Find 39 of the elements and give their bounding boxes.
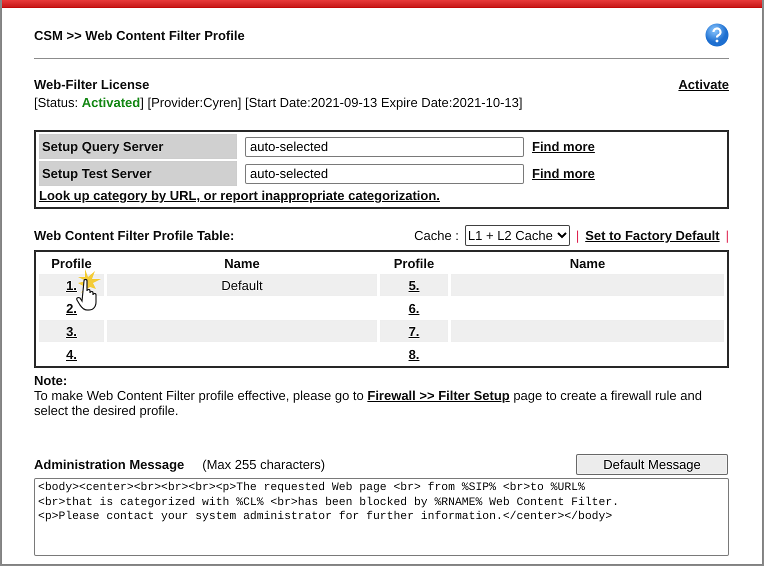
profile-link[interactable]: 3. — [66, 324, 77, 338]
profile-link[interactable]: 1. — [66, 278, 77, 292]
find-more-link[interactable]: Find more — [532, 166, 595, 181]
profile-link[interactable]: 4. — [66, 346, 77, 362]
note-title: Note: — [34, 373, 68, 388]
profile-link[interactable]: 2. — [66, 300, 77, 316]
factory-default-link[interactable]: Set to Factory Default — [585, 228, 720, 243]
cache-label: Cache : — [414, 228, 459, 243]
server-field[interactable]: auto-selected — [245, 136, 524, 156]
message-field[interactable]: <body><center><br><br><br><p>The requested Web page <br> from %SIP% <br>to %URL% <br>that is categorized with %CL% <br>has been blocked by %RNAME% Web Content Filter. <p>Please contact your system administrator for further information.</center></body> — [34, 478, 729, 556]
separator: | — [576, 228, 580, 243]
help-icon[interactable] — [705, 23, 729, 47]
column-header: Name — [223, 254, 261, 272]
profile-link[interactable]: 8. — [408, 346, 420, 362]
profile-link[interactable]: 6. — [408, 300, 420, 316]
separator: | — [726, 228, 729, 243]
admin-message-title: Administration Message — [34, 457, 184, 472]
table-title: Web Content Filter Profile Table: — [34, 228, 234, 243]
server-label: Setup Query Server — [39, 134, 237, 159]
profile-link[interactable]: 7. — [408, 324, 420, 338]
column-header: Profile — [50, 254, 93, 272]
filter-setup-link[interactable]: Firewall >> Filter Setup — [367, 388, 510, 403]
default-message-button[interactable]: Default Message — [576, 454, 728, 475]
server-label: Setup Test Server — [39, 161, 237, 186]
license-status: [Status: Activated] [Provider:Cyren] [Start Date:2021-09-13 Expire Date:2021-10-13] — [34, 95, 524, 110]
profile-link[interactable]: 5. — [408, 278, 420, 292]
activate-link[interactable]: Activate — [678, 77, 729, 92]
caret-icon — [556, 232, 567, 239]
license-title: Web-Filter License — [34, 77, 150, 92]
column-header: Name — [568, 254, 606, 272]
server-field[interactable]: auto-selected — [245, 164, 524, 184]
page-title: CSM >> Web Content Filter Profile — [34, 28, 245, 42]
column-header: Profile — [392, 254, 436, 272]
profile-name: Default — [221, 278, 263, 292]
note-text: To make Web Content Filter profile effective, please go to Firewall >> Filter Setup page to create a firewall rule and select the desired profile. — [34, 388, 703, 418]
lookup-link[interactable]: Look up category by URL, or report inappropriate categorization. — [39, 188, 440, 203]
find-more-link[interactable]: Find more — [532, 139, 595, 154]
cache-dropdown[interactable]: L1 + L2 Cache — [464, 225, 570, 246]
max-chars-hint: (Max 255 characters) — [202, 457, 326, 472]
